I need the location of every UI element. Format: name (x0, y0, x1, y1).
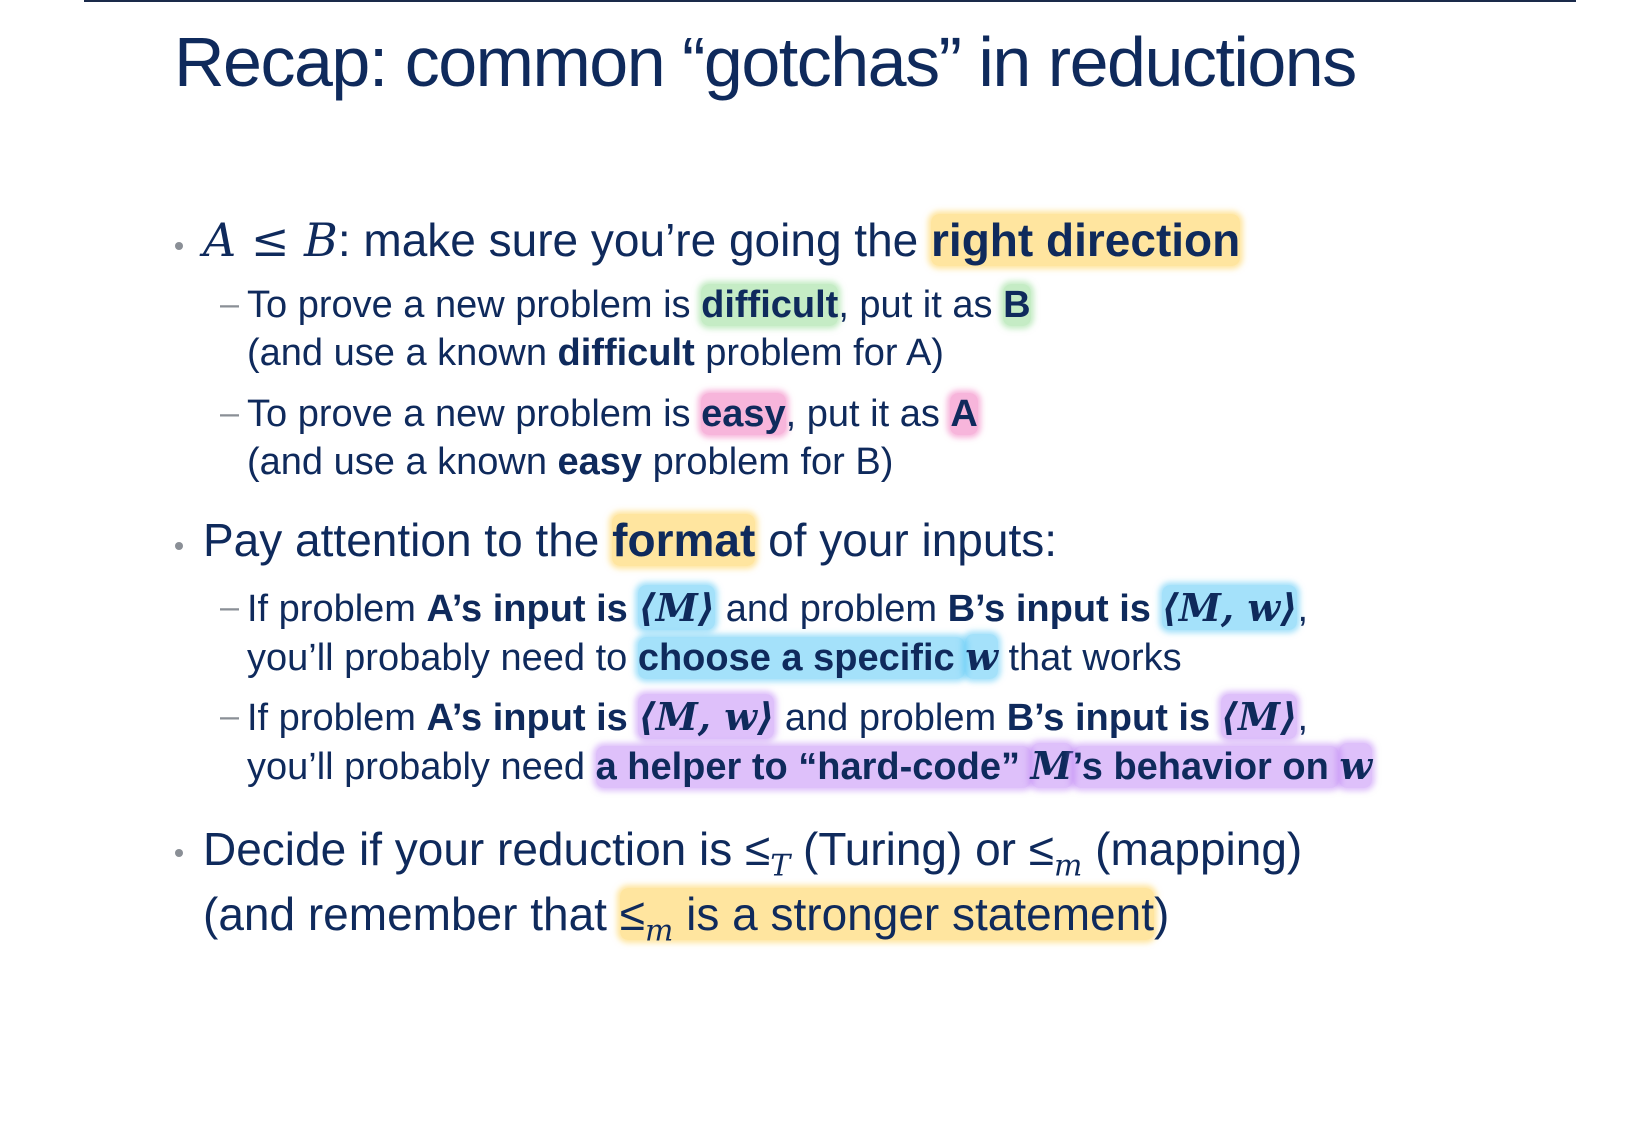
highlight-easy: easy (701, 393, 786, 435)
bold-a-input: A’s input is (426, 697, 639, 739)
text: is a stronger statement (673, 888, 1155, 941)
math-le: ≤ (619, 888, 645, 941)
subbullet-easy: – To prove a new problem is easy, put it… (220, 390, 978, 487)
highlight-b: B (1003, 284, 1031, 326)
bullet-direction: A ≤ B: make sure you’re going the right … (175, 213, 1241, 268)
highlight-behavior: ’s behavior on (1072, 746, 1340, 789)
dash-icon: – (220, 587, 240, 626)
highlight-a: A (950, 393, 978, 435)
text: ) (1154, 888, 1170, 941)
dash-icon: – (220, 696, 240, 735)
text: , put it as (838, 284, 1004, 326)
math-m-w: ⟨M, w⟩ (1161, 585, 1298, 630)
text: and problem (774, 697, 1007, 739)
subbullet-difficult: – To prove a new problem is difficult, p… (220, 281, 1031, 378)
text: If problem (247, 588, 427, 630)
highlight-stronger-statement: ≤m is a stronger statement (619, 888, 1155, 949)
math-m: M (1030, 743, 1073, 789)
text: , (1297, 588, 1309, 630)
text: problem for B) (642, 441, 894, 484)
subbullet-hard-code: – If problem A’s input is ⟨M, w⟩ and pro… (220, 693, 1373, 792)
text: To prove a new problem is (247, 393, 702, 435)
bold-easy: easy (557, 441, 643, 484)
bold-difficult: difficult (557, 332, 695, 375)
math-sub-t: T (770, 848, 791, 884)
math-le: ≤ (1028, 823, 1055, 875)
bold-b-input: B’s input is (947, 588, 1162, 630)
highlight-right-direction: right direction (931, 214, 1241, 266)
bold-a-input: A’s input is (426, 588, 639, 630)
text: problem for A) (694, 332, 944, 375)
math-m: ⟨M⟩ (638, 585, 716, 630)
math-m: ⟨M⟩ (1220, 694, 1298, 739)
text: (and use a known (247, 441, 558, 484)
bold-b-input: B’s input is (1006, 697, 1221, 739)
math-w: w (1339, 743, 1373, 789)
highlight-choose-specific: choose a specific (637, 637, 966, 680)
text: , put it as (785, 393, 951, 435)
text: To prove a new problem is (247, 284, 702, 326)
dash-icon: – (220, 393, 240, 432)
math-le: ≤ (745, 823, 771, 875)
text: of your inputs: (755, 514, 1058, 566)
math-m-w: ⟨M, w⟩ (638, 694, 775, 739)
text: (Turing) or (790, 823, 1029, 875)
dash-icon: – (220, 284, 240, 323)
text: that works (997, 637, 1182, 680)
highlight-format: format (612, 514, 756, 566)
bullet-dot-icon (175, 541, 183, 550)
text: , (1297, 697, 1309, 739)
text: you’ll probably need to (247, 637, 638, 680)
slide-content: A ≤ B: make sure you’re going the right … (0, 0, 1651, 1135)
highlight-difficult: difficult (701, 284, 839, 326)
bullet-reduction-type: Decide if your reduction is ≤T (Turing) … (175, 820, 1303, 951)
text: Decide if your reduction is (203, 823, 746, 875)
text: : make sure you’re going the (337, 214, 932, 266)
text: you’ll probably need (247, 746, 596, 789)
bullet-format: Pay attention to the format of your inpu… (175, 513, 1058, 568)
text: (and use a known (247, 332, 558, 375)
bullet-dot-icon (175, 848, 183, 857)
math-a-le-b: A ≤ B (203, 213, 338, 267)
subbullet-choose-w: – If problem A’s input is ⟨M⟩ and proble… (220, 584, 1309, 683)
math-sub-m: m (1054, 848, 1083, 884)
text: If problem (247, 697, 427, 739)
math-w: w (965, 634, 998, 680)
math-sub-m: m (645, 913, 674, 949)
text: and problem (715, 588, 948, 630)
text: Pay attention to the (203, 514, 613, 566)
highlight-helper: a helper to “hard-code” (595, 746, 1031, 789)
text: (and remember that (203, 888, 620, 941)
bullet-dot-icon (175, 241, 183, 250)
text: (mapping) (1082, 823, 1303, 875)
